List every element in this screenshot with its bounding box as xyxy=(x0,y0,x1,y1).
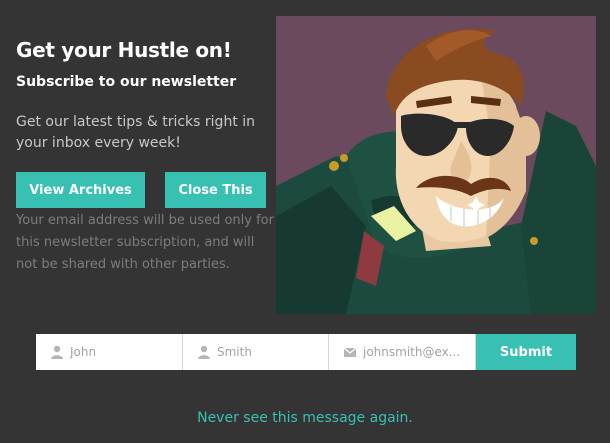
last-name-field-wrapper xyxy=(183,334,329,370)
privacy-note: Your email address will be used only for… xyxy=(16,213,274,272)
close-this-button[interactable]: Close This xyxy=(165,172,266,208)
user-icon xyxy=(51,345,63,359)
popup-description: Get our latest tips & tricks right in yo… xyxy=(16,114,256,151)
subscribe-form: Submit xyxy=(36,334,576,370)
first-name-input[interactable] xyxy=(70,334,178,370)
hustler-character-illustration xyxy=(276,16,596,314)
hero-image xyxy=(276,16,596,314)
popup-subtitle: Subscribe to our newsletter xyxy=(16,74,237,90)
never-see-again-link[interactable]: Never see this message again. xyxy=(0,410,610,426)
popup-title: Get your Hustle on! xyxy=(16,38,232,62)
email-input[interactable] xyxy=(363,334,471,370)
submit-button[interactable]: Submit xyxy=(476,334,576,370)
user-icon xyxy=(198,345,210,359)
view-archives-button[interactable]: View Archives xyxy=(16,172,145,208)
email-field-wrapper xyxy=(329,334,476,370)
last-name-input[interactable] xyxy=(217,334,324,370)
first-name-field-wrapper xyxy=(36,334,183,370)
envelope-icon xyxy=(343,347,357,357)
